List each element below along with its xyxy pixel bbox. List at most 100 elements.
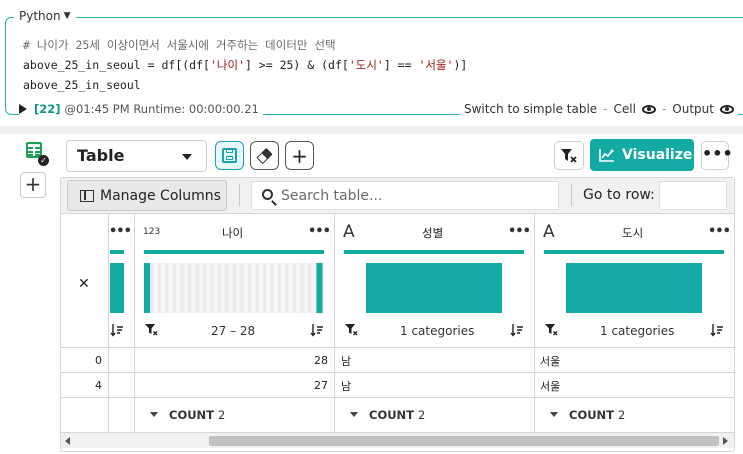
aggregation-count-age[interactable]: COUNT 2 (169, 408, 225, 422)
code-editor[interactable]: # 나이가 25세 이상이면서 서울시에 거주하는 데이터만 선택 above_… (23, 35, 467, 95)
column-menu-icon[interactable]: ••• (508, 224, 531, 239)
aggregation-count-city[interactable]: COUNT 2 (569, 408, 625, 422)
filter-icon[interactable] (144, 323, 158, 336)
divider (571, 184, 572, 206)
cell-controls: Switch to simple table - Cell - Output (460, 102, 738, 116)
table-cell-city[interactable]: 서울 (540, 353, 560, 369)
gender-category-summary: 1 categories (400, 324, 475, 338)
sort-icon[interactable] (510, 323, 524, 337)
switch-to-simple-table-link[interactable]: Switch to simple table (464, 102, 597, 116)
code-line-3: above_25_in_seoul (23, 78, 141, 92)
column-header-city[interactable]: 도시 (622, 225, 643, 241)
filter-icon[interactable] (344, 323, 358, 336)
chevron-down-icon[interactable] (350, 412, 358, 417)
histogram-bin (198, 263, 203, 313)
manage-columns-label: Manage Columns (100, 187, 221, 204)
histogram-bin (273, 263, 278, 313)
histogram-bin (303, 263, 308, 313)
view-type-select[interactable]: Table (66, 140, 207, 172)
column-menu-icon[interactable]: ••• (109, 224, 132, 239)
partial-column-bar (110, 263, 124, 313)
columns-icon (80, 189, 94, 202)
histogram-bin (258, 263, 263, 313)
category-bar[interactable] (566, 263, 702, 313)
histogram-bin (288, 263, 293, 313)
goto-row-label: Go to row: (583, 187, 655, 203)
view-type-value: Table (77, 146, 125, 165)
column-menu-icon[interactable]: ••• (308, 224, 331, 239)
chart-sparkle-icon (599, 148, 615, 162)
histogram-bin (161, 263, 166, 313)
chevron-down-icon: ▼ (63, 11, 71, 21)
histogram-bin (266, 263, 271, 313)
city-category-summary: 1 categories (600, 324, 675, 338)
row-divider (61, 372, 734, 373)
search-input[interactable]: Search table... (251, 181, 559, 210)
table-cell-age[interactable]: 28 (290, 354, 328, 367)
scrollbar-thumb[interactable] (209, 436, 719, 446)
add-button[interactable]: + (285, 141, 314, 170)
manage-columns-button[interactable]: Manage Columns (67, 180, 227, 211)
filter-button[interactable] (554, 141, 584, 170)
numeric-type-icon: 123 (143, 227, 161, 237)
separator: - (661, 102, 667, 116)
scroll-right-icon[interactable] (723, 437, 728, 445)
collapse-columns-icon[interactable]: ✕ (78, 276, 90, 292)
goto-row-input[interactable] (659, 181, 727, 210)
histogram-bin (228, 263, 233, 313)
clear-button[interactable] (250, 141, 279, 170)
histogram-bin (191, 263, 196, 313)
save-button[interactable] (215, 141, 244, 170)
divider (239, 184, 240, 206)
row-divider (61, 347, 734, 348)
more-options-button[interactable]: ••• (701, 141, 733, 170)
age-range-summary: 27 – 28 (211, 324, 256, 338)
plus-icon: + (291, 143, 308, 168)
eye-icon[interactable] (719, 104, 734, 114)
code-comment: # 나이가 25세 이상이면서 서울시에 거주하는 데이터만 선택 (23, 38, 336, 52)
table-cell-gender[interactable]: 남 (341, 378, 351, 394)
aggregation-count-gender[interactable]: COUNT 2 (369, 408, 425, 422)
visualize-label: Visualize (622, 147, 693, 163)
add-output-button[interactable]: + (20, 172, 46, 198)
sort-icon[interactable] (110, 323, 124, 337)
scroll-left-icon[interactable] (65, 437, 70, 445)
column-menu-icon[interactable]: ••• (708, 224, 731, 239)
histogram-bin (311, 263, 316, 313)
chevron-down-icon (182, 154, 192, 160)
histogram-bin (183, 263, 188, 313)
histogram-bin (296, 263, 301, 313)
table-cell-age[interactable]: 27 (290, 379, 328, 392)
language-label: Python (19, 9, 61, 23)
text-type-icon: A (343, 222, 355, 242)
histogram-bin (168, 263, 173, 313)
column-divider (334, 214, 335, 432)
cell-separator (0, 126, 743, 134)
search-icon (262, 188, 273, 200)
chevron-down-icon[interactable] (150, 412, 158, 417)
run-icon[interactable] (19, 104, 27, 114)
age-histogram-bars (144, 263, 323, 313)
filter-icon (561, 149, 577, 163)
column-divider (108, 214, 109, 432)
table-cell-gender[interactable]: 남 (341, 353, 351, 369)
column-header-gender[interactable]: 성별 (422, 225, 443, 241)
sort-icon[interactable] (710, 323, 724, 337)
histogram-bin (251, 263, 256, 313)
table-cell-city[interactable]: 서울 (540, 378, 560, 394)
chevron-down-icon[interactable] (550, 412, 558, 417)
code-line-2: above_25_in_seoul = df[(df['나이'] >= 25) … (23, 58, 468, 72)
eye-icon[interactable] (641, 104, 656, 114)
run-status: [22] @01:45 PM Runtime: 00:00:00.21 (19, 102, 263, 116)
column-fill-bar (344, 250, 524, 254)
column-header-age[interactable]: 나이 (222, 225, 243, 241)
histogram-bin (153, 263, 158, 313)
filter-icon[interactable] (544, 323, 558, 336)
visualize-button[interactable]: Visualize (590, 139, 694, 171)
separator: - (603, 102, 608, 116)
language-selector[interactable]: Python ▼ (14, 9, 76, 23)
eraser-icon (256, 147, 273, 164)
sort-icon[interactable] (310, 323, 324, 337)
histogram-bin (316, 263, 323, 313)
category-bar[interactable] (366, 263, 502, 313)
